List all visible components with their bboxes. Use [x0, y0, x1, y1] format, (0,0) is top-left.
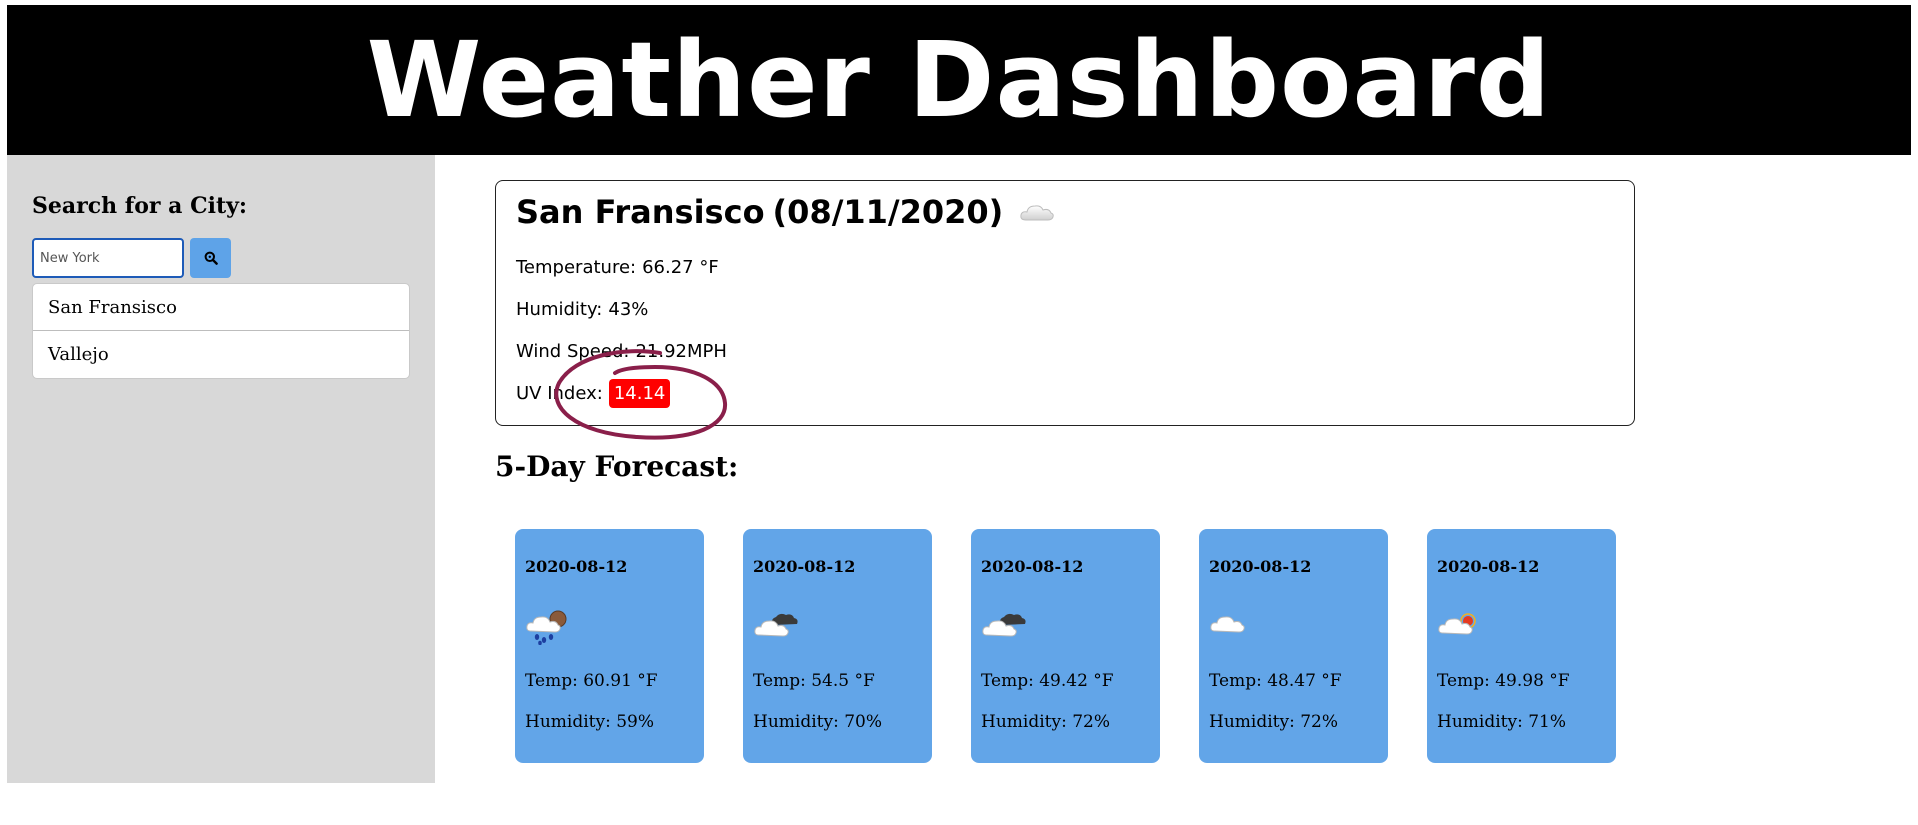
humidity-row: Humidity: 43% — [516, 299, 648, 320]
sidebar: Search for a City: San Fransisco Vallejo — [7, 155, 435, 783]
app-header: Weather Dashboard — [7, 5, 1911, 155]
page-title: Weather Dashboard — [366, 19, 1552, 141]
forecast-temp: Temp: 49.98 °F — [1437, 671, 1570, 691]
forecast-card: 2020-08-12 Temp: 54.5 °F Humidity: 70% — [743, 529, 932, 763]
current-weather-card: San Fransisco (08/11/2020) Temperature: … — [495, 180, 1635, 426]
forecast-temp: Temp: 48.47 °F — [1209, 671, 1342, 691]
forecast-date: 2020-08-12 — [1209, 557, 1312, 576]
history-item-san-fransisco[interactable]: San Fransisco — [33, 284, 409, 331]
current-city-name: San Fransisco — [516, 193, 765, 231]
forecast-card: 2020-08-12 Temp: 49.42 °F Humidity: 72% — [971, 529, 1160, 763]
broken-clouds-icon — [754, 613, 798, 637]
forecast-temp: Temp: 49.42 °F — [981, 671, 1114, 691]
forecast-date: 2020-08-12 — [525, 557, 628, 576]
cloud-icon — [1210, 616, 1245, 633]
forecast-humidity: Humidity: 72% — [981, 712, 1111, 732]
forecast-card: 2020-08-12 Temp: 49.98 °F Humidity: 71% — [1427, 529, 1616, 763]
forecast-date: 2020-08-12 — [753, 557, 856, 576]
humidity-label: Humidity: — [516, 299, 603, 320]
broken-clouds-icon — [982, 613, 1026, 637]
temperature-label: Temperature: — [516, 257, 637, 278]
search-heading: Search for a City: — [32, 193, 248, 219]
history-item-vallejo[interactable]: Vallejo — [33, 331, 409, 378]
current-date: (08/11/2020) — [772, 193, 1004, 231]
forecast-humidity: Humidity: 72% — [1209, 712, 1339, 732]
forecast-humidity: Humidity: 71% — [1437, 712, 1567, 732]
forecast-heading: 5-Day Forecast: — [495, 450, 739, 483]
temperature-value: 66.27 °F — [642, 257, 719, 278]
humidity-value: 43% — [608, 299, 649, 320]
wind-speed-label: Wind Speed: — [516, 341, 630, 362]
forecast-card: 2020-08-12 Temp: 48.47 °F Humidity: 72% — [1199, 529, 1388, 763]
city-search-input[interactable] — [32, 238, 184, 278]
wind-speed-value: 21.92MPH — [635, 341, 727, 362]
partly-cloudy-icon — [1438, 613, 1476, 635]
wind-speed-row: Wind Speed: 21.92MPH — [516, 341, 727, 362]
forecast-date: 2020-08-12 — [981, 557, 1084, 576]
search-button[interactable] — [190, 238, 231, 278]
uv-index-label: UV Index: — [516, 383, 603, 404]
forecast-card: 2020-08-12 Temp: 60.91 °F Humidity: 59% — [515, 529, 704, 763]
uv-index-row: UV Index: 14.14 — [516, 379, 671, 408]
temperature-row: Temperature: 66.27 °F — [516, 257, 719, 278]
forecast-temp: Temp: 54.5 °F — [753, 671, 875, 691]
forecast-humidity: Humidity: 59% — [525, 712, 655, 732]
forecast-humidity: Humidity: 70% — [753, 712, 883, 732]
uv-index-badge: 14.14 — [608, 379, 671, 408]
search-icon — [204, 251, 218, 265]
current-weather-title: San Fransisco (08/11/2020) — [516, 193, 1055, 231]
forecast-temp: Temp: 60.91 °F — [525, 671, 658, 691]
cloud-icon — [1020, 205, 1055, 221]
search-history-list: San Fransisco Vallejo — [32, 283, 410, 379]
forecast-date: 2020-08-12 — [1437, 557, 1540, 576]
rain-cloud-icon — [526, 610, 567, 645]
